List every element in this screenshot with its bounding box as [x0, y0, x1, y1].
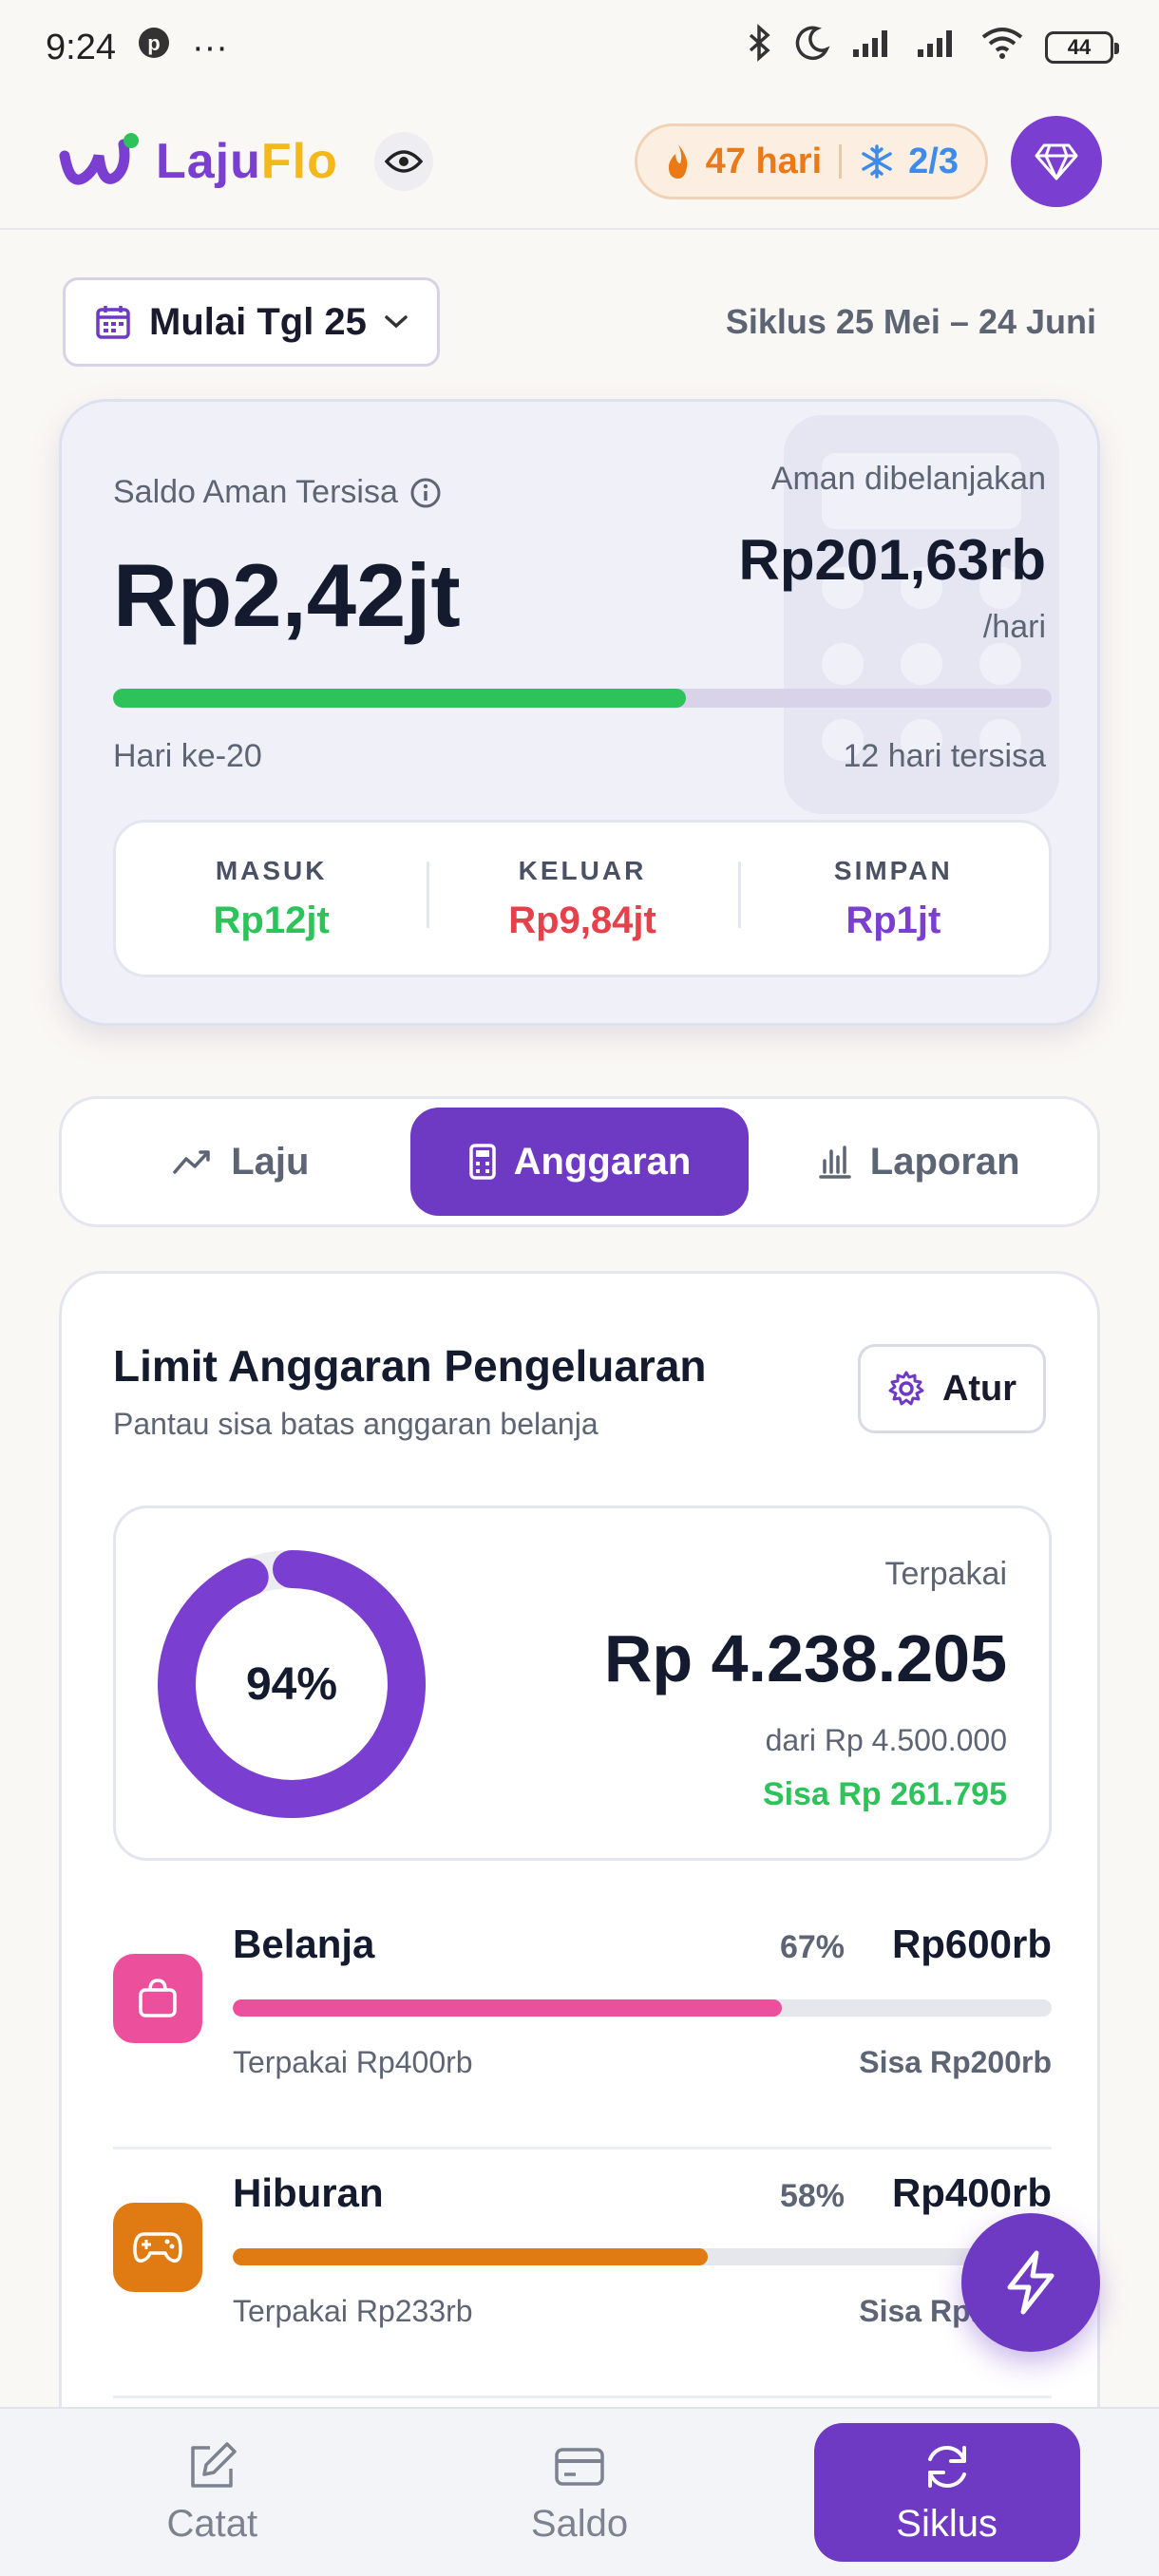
- daily-spend-label: Aman dibelanjakan: [770, 461, 1046, 497]
- diamond-icon: [1035, 143, 1078, 180]
- cycle-range: Siklus 25 Mei – 24 Juni: [725, 302, 1096, 341]
- budget-total-value: dari Rp 4.500.000: [765, 1723, 1007, 1757]
- category-limit: Rp600rb: [891, 1922, 1052, 1966]
- wallet-card-icon: [555, 2447, 604, 2486]
- streak-separator: [839, 144, 843, 179]
- wifi-icon: [980, 26, 1024, 69]
- flame-icon: [668, 144, 687, 179]
- category-used: Terpakai Rp400rb: [233, 2045, 473, 2079]
- budget-used-value: Rp 4.238.205: [603, 1621, 1007, 1695]
- safe-balance-label: Saldo Aman Tersisa: [113, 474, 442, 511]
- budget-used-label: Terpakai: [884, 1556, 1007, 1592]
- category-percent: 58%: [779, 2178, 845, 2214]
- lightning-icon: [1007, 2250, 1054, 2315]
- app-logo: LajuFlo: [57, 127, 338, 196]
- budget-category-row[interactable]: Belanja 67% Rp600rb Terpakai Rp400rb Sis…: [113, 1901, 1052, 2150]
- cycle-progress-bar: [113, 689, 1052, 708]
- premium-button[interactable]: [1011, 116, 1102, 207]
- bar-chart-icon: [819, 1146, 851, 1179]
- budget-category-row[interactable]: Hiburan 58% Rp400rb Terpakai Rp233rb Sis…: [113, 2150, 1052, 2398]
- flow-savings: SIMPAN Rp1jt: [737, 856, 1049, 942]
- category-progress-bar: [233, 1999, 1052, 2017]
- budget-usage-summary: 94% Terpakai Rp 4.238.205 dari Rp 4.500.…: [113, 1506, 1052, 1861]
- daily-spend-value: Rp201,63rb: [738, 528, 1047, 592]
- cash-flow-summary: MASUK Rp12jt KELUAR Rp9,84jt SIMPAN Rp1j…: [113, 820, 1052, 977]
- cycle-start-label: Mulai Tgl 25: [149, 300, 367, 343]
- budget-usage-percent: 94%: [245, 1658, 338, 1710]
- logo-wordmark: LajuFlo: [156, 134, 338, 189]
- bottom-navigation: Catat Saldo Siklus: [0, 2407, 1159, 2576]
- flow-expense: KELUAR Rp9,84jt: [427, 856, 737, 942]
- category-remaining: Sisa Rp200rb: [859, 2045, 1052, 2079]
- status-time: 9:24: [46, 27, 116, 67]
- cycle-remaining-label: 12 hari tersisa: [843, 738, 1046, 774]
- budget-remaining-value: Sisa Rp 261.795: [762, 1776, 1007, 1812]
- battery-level: 44: [1067, 35, 1092, 59]
- calendar-icon: [96, 306, 130, 339]
- budget-settings-button[interactable]: Atur: [858, 1344, 1046, 1433]
- svg-text:p: p: [147, 31, 160, 55]
- cycle-day-label: Hari ke-20: [113, 738, 262, 774]
- pinterest-icon: p: [137, 26, 171, 69]
- tab-laporan[interactable]: Laporan: [749, 1108, 1088, 1216]
- edit-note-icon: [191, 2441, 238, 2488]
- gear-icon: [888, 1371, 924, 1406]
- category-progress-fill: [233, 1999, 782, 2017]
- chevron-down-icon: [385, 315, 408, 329]
- category-progress-fill: [233, 2248, 708, 2265]
- budget-subtitle: Pantau sisa batas anggaran belanja: [113, 1407, 598, 1441]
- quick-add-button[interactable]: [961, 2213, 1100, 2352]
- category-limit: Rp400rb: [891, 2170, 1052, 2215]
- safe-balance-value: Rp2,42jt: [113, 545, 461, 645]
- view-tabs: Laju Anggaran Laporan: [59, 1096, 1100, 1227]
- category-progress-bar: [233, 2248, 1052, 2265]
- signal-2-icon: [916, 27, 960, 68]
- do-not-disturb-moon-icon: [794, 25, 830, 70]
- nav-saldo[interactable]: Saldo: [446, 2423, 712, 2562]
- calculator-icon: [468, 1144, 496, 1180]
- nav-siklus[interactable]: Siklus: [813, 2423, 1080, 2562]
- info-icon[interactable]: [409, 477, 442, 509]
- budget-limit-card: Limit Anggaran Pengeluaran Pantau sisa b…: [59, 1271, 1100, 2576]
- cycle-row: Mulai Tgl 25 Siklus 25 Mei – 24 Juni: [63, 277, 1096, 367]
- streak-badge[interactable]: 47 hari 2/3: [634, 123, 988, 199]
- status-bar: 9:24 p ··· 44: [0, 0, 1159, 95]
- signal-1-icon: [851, 27, 895, 68]
- battery-icon: 44: [1045, 31, 1119, 64]
- eye-icon: [384, 150, 423, 173]
- category-percent: 67%: [779, 1929, 845, 1965]
- streak-days: 47 hari: [705, 141, 823, 181]
- cycle-start-selector[interactable]: Mulai Tgl 25: [63, 277, 440, 367]
- more-notifications-icon: ···: [191, 27, 228, 67]
- bluetooth-icon: [745, 24, 773, 71]
- snowflake-icon: [862, 144, 892, 179]
- nav-catat[interactable]: Catat: [79, 2423, 345, 2562]
- category-name: Belanja: [233, 1922, 375, 1966]
- refresh-cycle-icon: [927, 2445, 966, 2488]
- gamepad-icon: [113, 2203, 202, 2292]
- app-header: LajuFlo 47 hari 2/3: [0, 95, 1159, 230]
- cycle-progress-fill: [113, 689, 686, 708]
- tab-laju[interactable]: Laju: [71, 1108, 410, 1216]
- budget-title: Limit Anggaran Pengeluaran: [113, 1341, 707, 1391]
- streak-freeze-count: 2/3: [908, 141, 959, 181]
- shopping-bag-icon: [113, 1954, 202, 2043]
- logo-mark-icon: [59, 133, 139, 185]
- toggle-visibility-button[interactable]: [373, 132, 433, 191]
- trend-line-icon: [173, 1150, 210, 1174]
- balance-summary-card: Saldo Aman Tersisa Rp2,42jt Aman dibelan…: [59, 399, 1100, 1026]
- flow-income: MASUK Rp12jt: [213, 855, 330, 941]
- category-name: Hiburan: [233, 2170, 384, 2215]
- category-used: Terpakai Rp233rb: [233, 2294, 473, 2328]
- tab-anggaran[interactable]: Anggaran: [409, 1108, 750, 1216]
- daily-spend-unit: /hari: [982, 609, 1046, 645]
